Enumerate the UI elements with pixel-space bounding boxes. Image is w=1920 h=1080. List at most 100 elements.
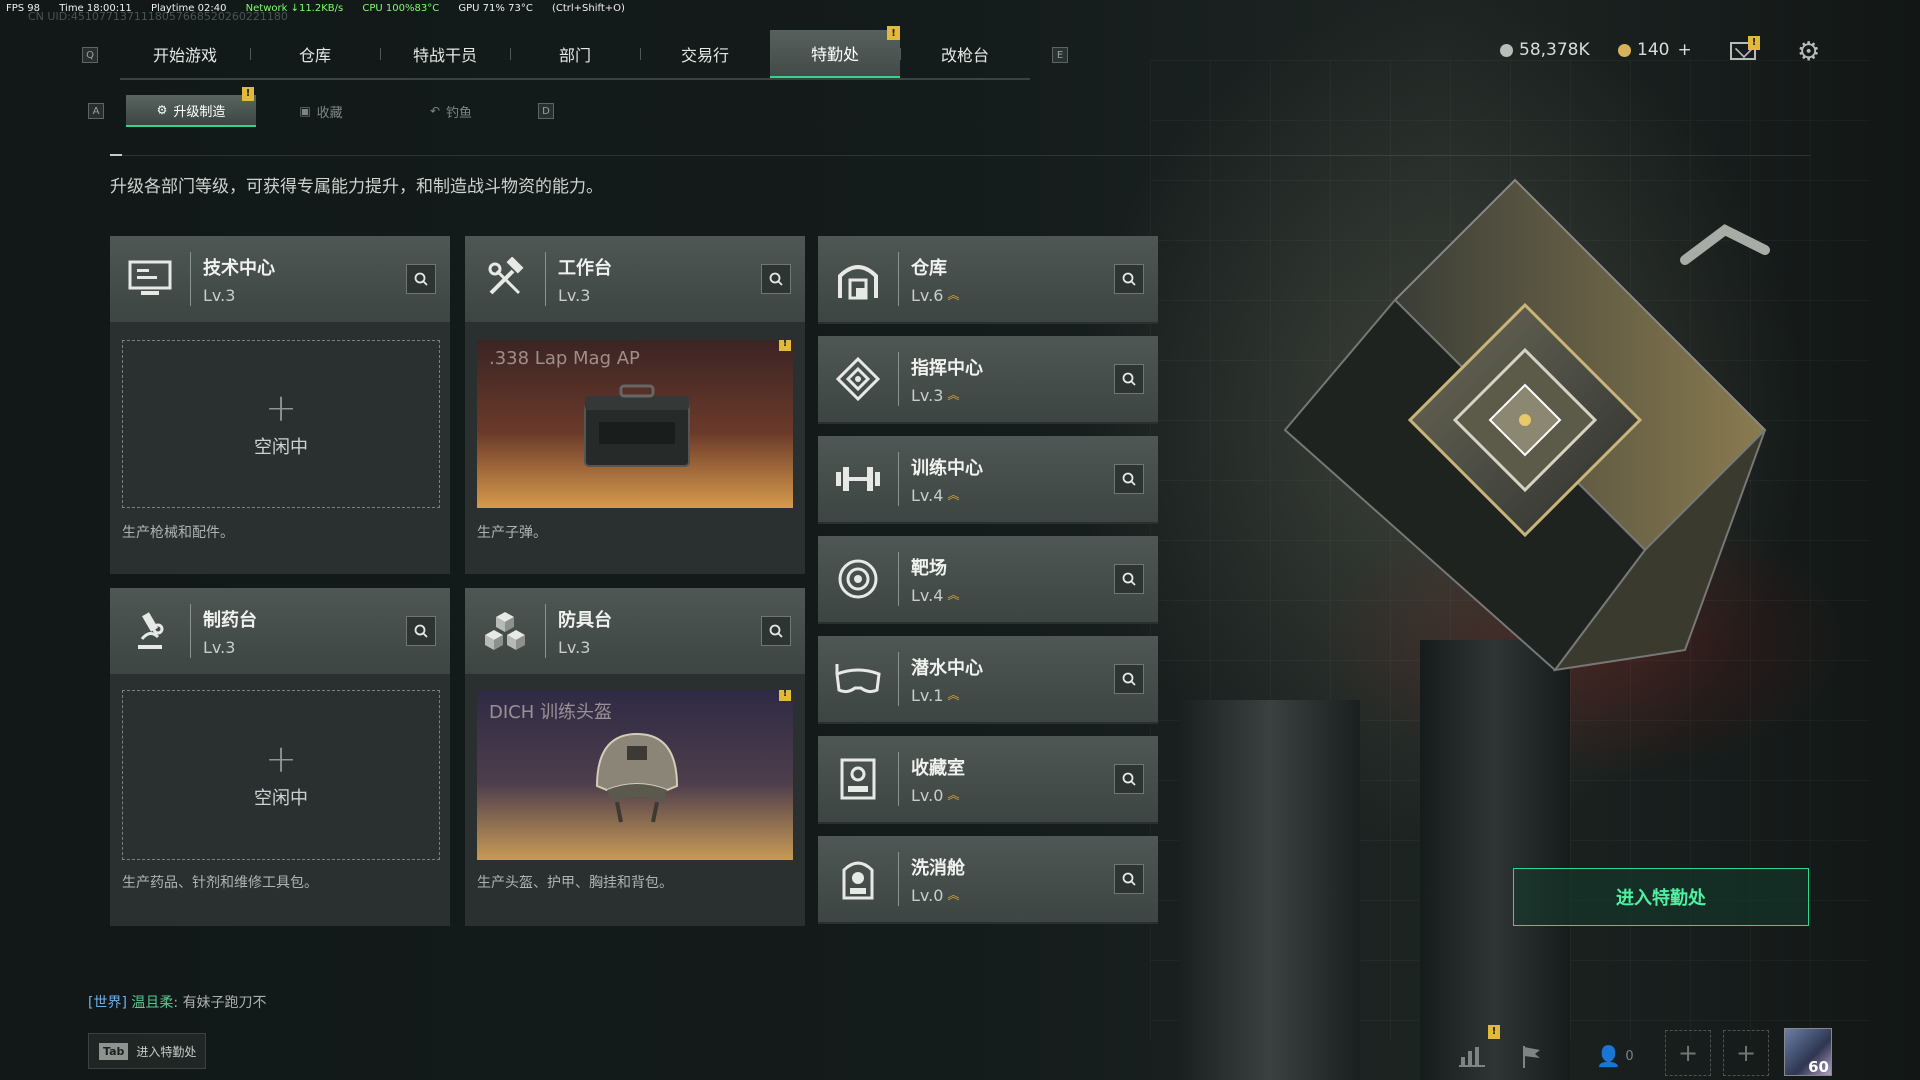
search-icon[interactable] <box>1114 764 1144 794</box>
tab-start-game[interactable]: 开始游戏 <box>120 30 250 78</box>
separator <box>898 252 899 306</box>
armor-bench-description: 生产头盔、护甲、胸挂和背包。 <box>477 875 673 891</box>
uid-text: CN UID:4510771371118057668520260221180 <box>28 10 288 23</box>
pharmacy-card-header[interactable]: 制药台 Lv.3 <box>110 588 450 676</box>
crafting-item-name: .338 Lap Mag AP <box>489 348 640 369</box>
armor-bench-craft-slot[interactable]: DICH 训练头盔 ! <box>477 690 793 860</box>
facility-level-row: Lv.0 ︽ <box>911 886 1114 905</box>
search-icon[interactable] <box>761 616 791 646</box>
page-description: 升级各部门等级，可获得专属能力提升，和制造战斗物资的能力。 <box>110 177 603 197</box>
gear-icon[interactable]: ⚙ <box>1797 39 1820 65</box>
target-icon <box>818 535 898 623</box>
separator <box>898 852 899 906</box>
facility-shooting-range[interactable]: 靶场 Lv.4 ︽ <box>818 536 1158 624</box>
facility-name: 收藏室 <box>911 757 965 779</box>
search-icon[interactable] <box>406 616 436 646</box>
search-icon[interactable] <box>761 264 791 294</box>
tab-key-hint[interactable]: Tab 进入特勤处 <box>88 1033 206 1069</box>
facility-collection-room[interactable]: 收藏室 Lv.0 ︽ <box>818 736 1158 824</box>
facility-training-center[interactable]: 训练中心 Lv.4 ︽ <box>818 436 1158 524</box>
next-subtab-key-hint[interactable]: D <box>538 103 554 119</box>
slot-status: 空闲中 <box>254 788 308 809</box>
facility-name: 仓库 <box>911 257 947 279</box>
search-icon[interactable] <box>1114 564 1144 594</box>
search-icon[interactable] <box>1114 464 1144 494</box>
silver-coin-icon <box>1500 43 1513 57</box>
player-avatar[interactable]: 60 <box>1784 1028 1832 1076</box>
tab-department[interactable]: 部门 <box>510 30 640 78</box>
pillar-art <box>1180 700 1360 1080</box>
debug-hotkey: (Ctrl+Shift+O) <box>551 3 625 14</box>
fishing-icon: ↶ <box>429 104 441 118</box>
subtab-upgrade-craft[interactable]: ⚙ 升级制造 ! <box>126 87 256 127</box>
facility-level: Lv.6 <box>911 285 944 305</box>
separator <box>545 604 546 658</box>
diving-mask-icon <box>818 635 898 723</box>
upgrade-arrow-icon: ︽ <box>947 488 959 502</box>
tab-key: Tab <box>99 1042 129 1060</box>
search-icon[interactable] <box>1114 264 1144 294</box>
cubes-icon <box>465 587 545 675</box>
facility-level: Lv.4 <box>911 585 944 605</box>
card-title-block: 技术中心 Lv.3 <box>203 254 406 305</box>
prev-tab-key-hint[interactable]: Q <box>82 47 98 63</box>
subtab-label: 收藏 <box>316 105 343 121</box>
enter-special-ops-button[interactable]: 进入特勤处 <box>1513 868 1809 926</box>
world-chat-line[interactable]: [世界] 温且柔: 有妹子跑刀不 <box>88 992 267 1012</box>
tab-warehouse[interactable]: 仓库 <box>250 30 380 78</box>
facility-warehouse[interactable]: 仓库 Lv.6 ︽ <box>818 236 1158 324</box>
separator <box>898 752 899 806</box>
upgrade-arrow-icon: ︽ <box>947 688 959 702</box>
plus-icon: + <box>265 386 297 430</box>
upgrade-arrow-icon: ︽ <box>947 788 959 802</box>
separator <box>190 604 191 658</box>
friends-button[interactable]: 👤 0 <box>1585 1036 1645 1076</box>
facility-level: Lv.1 <box>911 685 944 705</box>
facility-level-row: Lv.3 ︽ <box>911 386 1114 405</box>
player-level: 60 <box>1808 1058 1829 1076</box>
facility-level-row: Lv.1 ︽ <box>911 686 1114 705</box>
flag-icon[interactable] <box>1510 1036 1554 1076</box>
hammer-wrench-icon <box>465 235 545 323</box>
facility-decon-chamber[interactable]: 洗消舱 Lv.0 ︽ <box>818 836 1158 924</box>
pharmacy-empty-slot[interactable]: + 空闲中 <box>122 690 440 860</box>
slot-status: 空闲中 <box>254 437 308 458</box>
workbench-craft-slot[interactable]: .338 Lap Mag AP ! <box>477 340 793 508</box>
tech-center-card-header[interactable]: 技术中心 Lv.3 <box>110 236 450 324</box>
prev-subtab-key-hint[interactable]: A <box>88 103 104 119</box>
subtab-collection[interactable]: ▣ 收藏 <box>256 95 386 127</box>
team-slot-add[interactable]: + <box>1723 1030 1769 1076</box>
team-slot-add[interactable]: + <box>1665 1030 1711 1076</box>
premium-currency-display: 140 + <box>1618 40 1692 60</box>
tech-center-empty-slot[interactable]: + 空闲中 <box>122 340 440 508</box>
tab-hint-label: 进入特勤处 <box>136 1044 197 1059</box>
crafting-item-name: DICH 训练头盔 <box>489 702 612 723</box>
armor-bench-card-header[interactable]: 防具台 Lv.3 <box>465 588 805 676</box>
subtab-fishing[interactable]: ↶ 钓鱼 <box>386 95 516 127</box>
tab-operators[interactable]: 特战干员 <box>380 30 510 78</box>
tab-gunsmith[interactable]: 改枪台 <box>900 30 1030 78</box>
divider <box>110 154 1810 156</box>
facility-command-center[interactable]: 指挥中心 Lv.3 ︽ <box>818 336 1158 424</box>
facility-level-row: Lv.6 ︽ <box>911 286 1114 305</box>
facility-name: 训练中心 <box>911 457 983 479</box>
facility-level: Lv.3 <box>558 637 591 657</box>
facility-diving-center[interactable]: 潜水中心 Lv.1 ︽ <box>818 636 1158 724</box>
chat-channel: [世界] <box>88 995 127 1011</box>
facility-level: Lv.3 <box>203 285 236 305</box>
stats-chart-icon[interactable] <box>1450 1036 1494 1076</box>
search-icon[interactable] <box>406 264 436 294</box>
tab-special-ops[interactable]: 特勤处 ! <box>770 26 900 78</box>
card-title-block: 制药台 Lv.3 <box>203 606 406 657</box>
tab-trading[interactable]: 交易行 <box>640 30 770 78</box>
search-icon[interactable] <box>1114 864 1144 894</box>
next-tab-key-hint[interactable]: E <box>1052 47 1068 63</box>
workbench-card-header[interactable]: 工作台 Lv.3 <box>465 236 805 324</box>
stats-alert-badge: ! <box>1488 1025 1500 1039</box>
search-icon[interactable] <box>1114 664 1144 694</box>
card-title-block: 防具台 Lv.3 <box>558 606 761 657</box>
add-currency-button[interactable]: + <box>1677 40 1691 60</box>
alert-badge: ! <box>779 340 791 351</box>
search-icon[interactable] <box>1114 364 1144 394</box>
plus-icon: + <box>265 737 297 781</box>
